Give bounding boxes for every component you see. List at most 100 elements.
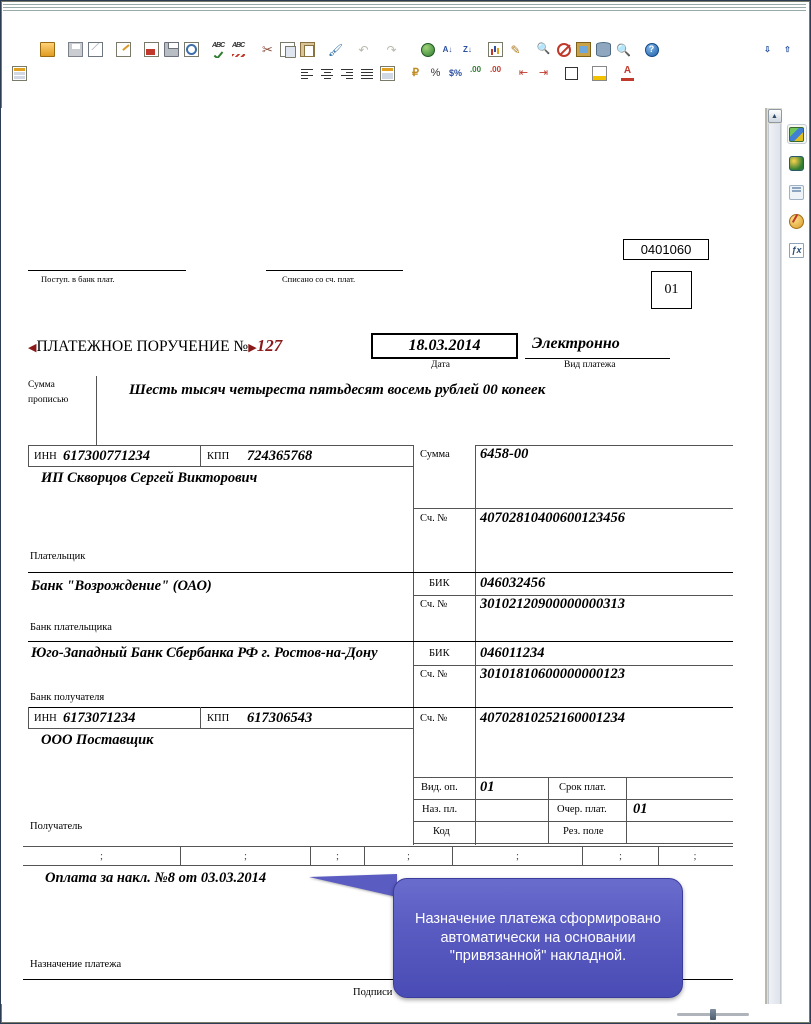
sort-ascending-icon[interactable]: A↓ [438, 40, 457, 59]
edit-file-icon[interactable] [114, 40, 133, 59]
ops-top-rule [413, 777, 733, 778]
zoom-thumb[interactable] [710, 1008, 717, 1020]
font-color-icon[interactable]: A [618, 64, 637, 83]
vid-op-value: 01 [480, 779, 495, 795]
purpose-label: Назначение платежа [30, 959, 122, 970]
payee-account-value: 40702810252160001234 [480, 710, 625, 726]
page-preview-icon[interactable] [787, 182, 807, 202]
document-number: 127 [256, 336, 283, 355]
new-document-icon[interactable] [1, 1, 810, 1023]
find-previous-icon[interactable]: ⇧ [778, 40, 797, 59]
sum-in-words-value: Шесть тысяч четыреста пятьдесят восемь р… [129, 382, 546, 398]
format-currency-icon[interactable]: ₽ [406, 64, 425, 83]
payee-inn-left-border [28, 707, 29, 728]
form-kind-code-box: 01 [651, 271, 692, 309]
print-preview-icon[interactable] [182, 40, 201, 59]
payment-order-page[interactable]: 0401060 01 Поступ. в банк плат. Списано … [1, 108, 766, 1004]
budget-cell-7: ; [693, 850, 697, 862]
openoffice-calc-window: TempKB.xls - OpenOffice Calc ↔ _ □ ✕ Фай… [0, 0, 811, 1024]
payer-bank-role-label: Банк плательщика [30, 622, 112, 633]
gallery-icon[interactable] [574, 40, 593, 59]
work-area: 0401060 01 Поступ. в банк плат. Списано … [1, 108, 810, 1004]
budget-cell-5: ; [453, 847, 583, 865]
payee-inn-label: ИНН [34, 713, 57, 724]
vertical-scrollbar[interactable]: ▲ [766, 108, 782, 1004]
payee-inn-value: 6173071234 [63, 710, 136, 726]
payer-sum-label: Сумма [420, 449, 450, 460]
styles-and-formatting-icon[interactable] [10, 64, 29, 83]
ocher-plat-value: 01 [633, 801, 648, 817]
send-email-icon[interactable] [86, 40, 105, 59]
postup-label: Поступ. в банк плат. [41, 274, 115, 284]
form-code-box: 0401060 [623, 239, 709, 260]
document-title-row: ◀ПЛАТЕЖНОЕ ПОРУЧЕНИЕ №▶127 [28, 336, 282, 356]
paint-effects-icon[interactable] [787, 153, 807, 173]
open-document-icon[interactable] [38, 40, 57, 59]
payment-kind-value: Электронно [532, 335, 620, 352]
vertical-scroll-track[interactable] [768, 124, 781, 1004]
callout-tooltip[interactable]: Назначение платежа сформировано автомати… [393, 878, 683, 998]
paste-icon[interactable] [298, 40, 317, 59]
payer-inn-bottom-rule [28, 466, 414, 467]
find-next-icon[interactable]: ⇩ [758, 40, 777, 59]
payer-inn-value: 617300771234 [63, 448, 150, 464]
standard-toolbar: ▼ ▼ ABC ABC ✂ ▼ 🖌 ↶ ▼ ↷ ▼ A↓ Z↓ ✎ 🔍 [1, 1, 810, 1023]
sum-in-words-label-2: прописью [28, 395, 69, 405]
payer-kpp-divider [200, 445, 201, 466]
date-label: Дата [431, 360, 450, 370]
spreadsheet-canvas[interactable]: 0401060 01 Поступ. в банк плат. Списано … [1, 108, 766, 1004]
export-pdf-icon[interactable] [142, 40, 161, 59]
autospellcheck-icon[interactable]: ABC [230, 40, 249, 59]
undo-icon[interactable]: ↶ [354, 40, 373, 59]
payer-bank-bik-label: БИК [429, 578, 450, 589]
payee-bank-bik-label: БИК [429, 648, 450, 659]
insert-chart-icon[interactable] [486, 40, 505, 59]
budget-cell-4: ; [365, 847, 453, 865]
print-icon[interactable] [162, 40, 181, 59]
payer-kpp-label: КПП [207, 451, 230, 462]
payment-kind-rule [525, 358, 670, 359]
payee-top-rule [28, 707, 733, 708]
budget-cell-6: ; [583, 847, 659, 865]
zoom-icon[interactable]: 🔍 [614, 40, 633, 59]
zoom-track[interactable] [677, 1008, 750, 1020]
format-number-icon[interactable]: $% [446, 64, 465, 83]
redo-icon[interactable]: ↷ [382, 40, 401, 59]
delete-decimal-place-icon[interactable]: .00 [486, 64, 505, 83]
rez-pole-label: Рез. поле [563, 826, 604, 837]
callout-text: Назначение платежа сформировано автомати… [414, 911, 661, 965]
sort-descending-icon[interactable]: Z↓ [458, 40, 477, 59]
add-decimal-place-icon[interactable]: .00 [466, 64, 485, 83]
clone-formatting-icon[interactable]: 🖌 [326, 40, 345, 59]
navigator-compass-icon[interactable] [787, 211, 807, 231]
spellcheck-icon[interactable]: ABC [210, 40, 229, 59]
copy-icon[interactable] [278, 40, 297, 59]
callout-tail-icon [309, 874, 397, 897]
spisano-label: Списано со сч. плат. [282, 274, 356, 284]
save-document-icon[interactable] [66, 40, 85, 59]
payer-col-divider [413, 445, 414, 845]
payee-bank-name: Юго-Западный Банк Сбербанка РФ г. Ростов… [31, 645, 378, 661]
payment-kind-label: Вид платежа [564, 360, 616, 370]
scroll-up-button[interactable]: ▲ [767, 109, 782, 123]
show-draw-functions-icon[interactable]: ✎ [506, 40, 525, 59]
ops-rule-1 [413, 799, 733, 800]
payer-sum-value: 6458-00 [480, 446, 529, 462]
format-percent-icon[interactable]: % [426, 64, 445, 83]
function-list-icon[interactable]: ƒx [787, 240, 807, 260]
gallery-3d-icon[interactable] [786, 124, 807, 144]
increase-indent-icon[interactable]: ⇥ [534, 64, 553, 83]
payer-role-label: Плательщик [30, 551, 86, 562]
payee-name: ООО Поставщик [41, 732, 154, 748]
decrease-indent-icon[interactable]: ⇤ [514, 64, 533, 83]
payer-inn-left-border [28, 445, 29, 466]
background-color-icon[interactable] [590, 64, 609, 83]
budget-cell-3: ; [311, 847, 365, 865]
merge-cells-icon[interactable] [378, 64, 397, 83]
kod-label: Код [433, 826, 450, 837]
find-replace-icon[interactable]: 🔍 [534, 40, 553, 59]
payee-kpp-value: 617306543 [247, 710, 313, 726]
payer-inn-label: ИНН [34, 451, 57, 462]
cut-icon[interactable]: ✂ [258, 40, 277, 59]
payer-account-value: 40702810400600123456 [480, 510, 625, 526]
